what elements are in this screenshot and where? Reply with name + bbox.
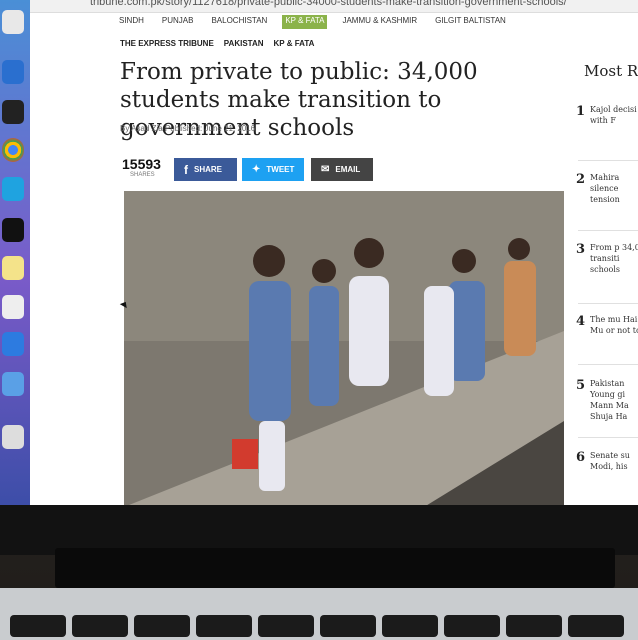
sidebar-divider [578,437,638,438]
most-read-item[interactable]: 2 Mahira silence tension [576,172,638,205]
region-nav: SINDH PUNJAB BALOCHISTAN KP & FATA JAMMU… [116,15,509,29]
article-photo [124,191,564,505]
most-read-text: The mu Hai Mu or not to [590,315,638,335]
most-read-text: Pakistan Young gi Mann Ma Shuja Ha [590,379,629,421]
keyboard-key [320,615,376,637]
most-read-text: From p 34,000 transiti schools [590,243,638,274]
sidebar-divider [578,303,638,304]
keyboard-key [196,615,252,637]
chrome-icon[interactable] [2,138,24,162]
most-read-title: Most R [584,62,638,80]
keyboard-key [134,615,190,637]
students-photo-illustration [124,191,564,505]
share-count-label: SHARES [130,172,155,178]
preview-icon[interactable] [2,295,24,319]
breadcrumb: THE EXPRESS TRIBUNE PAKISTAN KP & FATA [120,39,314,48]
email-icon: ✉ [321,164,330,175]
terminal-icon[interactable] [2,218,24,242]
nav-sindh[interactable]: SINDH [116,15,147,29]
twitter-share-label: TWEET [266,165,295,174]
folder-icon[interactable] [2,372,24,396]
layers-icon[interactable] [2,332,24,356]
most-read-number: 4 [576,314,586,329]
email-share-label: EMAIL [335,165,361,174]
most-read-item[interactable]: 4 The mu Hai Mu or not to [576,314,638,336]
breadcrumb-item-pakistan[interactable]: PAKISTAN [224,39,264,48]
browser-page: tribune.com.pk/story/1127618/private-pub… [30,0,638,505]
most-read-item[interactable]: 6 Senate su Modi, his [576,450,638,472]
keyboard-key [568,615,624,637]
camera-icon[interactable] [2,100,24,124]
most-read-number: 5 [576,378,586,393]
dock [0,0,30,505]
facebook-share-label: SHARE [194,165,223,174]
skype-icon[interactable] [2,177,24,201]
finder-icon[interactable] [2,10,24,34]
laptop-screen: tribune.com.pk/story/1127618/private-pub… [0,0,638,520]
most-read-number: 3 [576,242,586,257]
xcode-icon[interactable] [2,60,24,84]
trash-icon[interactable] [2,425,24,449]
keyboard-key [72,615,128,637]
nav-balochistan[interactable]: BALOCHISTAN [208,15,270,29]
most-read-item[interactable]: 5 Pakistan Young gi Mann Ma Shuja Ha [576,378,638,422]
sidebar-divider [578,364,638,365]
nav-punjab[interactable]: PUNJAB [159,15,197,29]
facebook-icon: f [184,162,188,177]
most-read-text: Mahira silence tension [590,173,620,204]
email-share-button[interactable]: ✉ EMAIL [311,158,373,181]
url-text: tribune.com.pk/story/1127618/private-pub… [90,0,567,8]
share-count: 15593 [122,156,161,172]
article-byline: By Asad Zia Published: June 21, 2016 [120,124,256,133]
breadcrumb-item-kp-fata[interactable]: KP & FATA [274,39,315,48]
most-read-number: 6 [576,450,586,465]
most-read-item[interactable]: 1 Kajol decisi with F [576,104,638,126]
keyboard-key [258,615,314,637]
laptop-hinge [55,548,615,588]
notes-icon[interactable] [2,256,24,280]
keyboard-key [506,615,562,637]
keyboard-key [444,615,500,637]
most-read-text: Kajol decisi with F [590,105,637,125]
most-read-number: 1 [576,104,586,119]
breadcrumb-item-tribune[interactable]: THE EXPRESS TRIBUNE [120,39,214,48]
most-read-text: Senate su Modi, his [590,451,630,471]
twitter-share-button[interactable]: ✦ TWEET [242,158,304,181]
twitter-icon: ✦ [252,164,261,175]
most-read-number: 2 [576,172,586,187]
keyboard-key [382,615,438,637]
facebook-share-button[interactable]: f SHARE [174,158,237,181]
address-bar[interactable]: tribune.com.pk/story/1127618/private-pub… [30,0,638,13]
nav-kp-fata[interactable]: KP & FATA [282,15,328,29]
nav-gilgit-baltistan[interactable]: GILGIT BALTISTAN [432,15,509,29]
sidebar-divider [578,230,638,231]
nav-jammu-kashmir[interactable]: JAMMU & KASHMIR [339,15,420,29]
keyboard-key [10,615,66,637]
most-read-item[interactable]: 3 From p 34,000 transiti schools [576,242,638,275]
sidebar-divider [578,160,638,161]
